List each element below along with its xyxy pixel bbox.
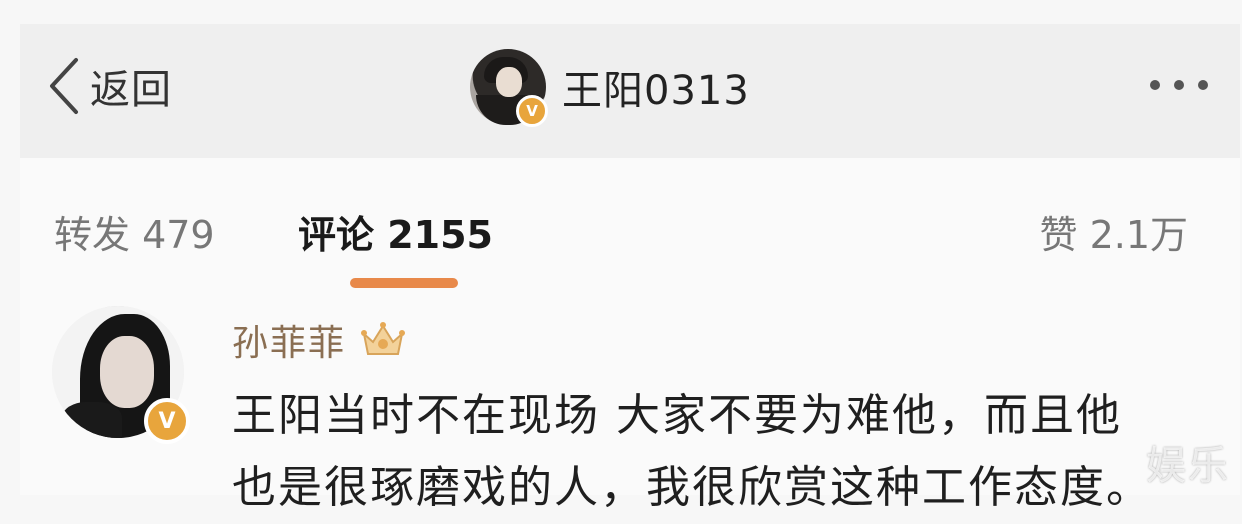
avatar-face: [496, 67, 522, 97]
more-dot: [1174, 80, 1184, 90]
avatar[interactable]: V: [470, 49, 548, 127]
back-button[interactable]: 返回: [44, 54, 172, 118]
more-horizontal-icon[interactable]: [1150, 80, 1208, 90]
post-tabs: 转发 479 评论 2155 赞 2.1万: [20, 194, 1240, 264]
active-tab-indicator: [350, 278, 458, 288]
top-nav-bar: 返回 V 王阳0313: [20, 24, 1240, 158]
avatar[interactable]: V: [52, 306, 190, 444]
comment-username[interactable]: 孙菲菲: [232, 314, 346, 366]
author-username[interactable]: 王阳0313: [562, 58, 750, 116]
crown-badge-icon: [361, 322, 406, 355]
weibo-post-detail: 返回 V 王阳0313 转发 479 评论 2155 赞 2.1万 V 孙菲菲 …: [20, 24, 1240, 513]
avatar-shoulder: [62, 402, 122, 438]
verified-badge-icon: V: [144, 398, 190, 444]
post-author[interactable]: V 王阳0313: [470, 48, 750, 127]
tab-comment[interactable]: 评论 2155: [298, 204, 493, 259]
avatar-face: [100, 336, 154, 408]
chevron-left-icon: [50, 58, 78, 114]
more-dot: [1150, 80, 1160, 90]
more-dot: [1198, 80, 1208, 90]
verified-badge-icon: V: [516, 95, 548, 127]
watermark-text: 娱乐: [1146, 443, 1230, 489]
comment-author[interactable]: 孙菲菲: [232, 314, 406, 366]
tab-repost[interactable]: 转发 479: [54, 204, 215, 259]
back-label: 返回: [90, 67, 172, 113]
comment-body: 王阳当时不在现场 大家不要为难他，而且他 也是很琢磨戏的人，我很欣赏这种工作态度…: [232, 390, 1152, 513]
tab-like[interactable]: 赞 2.1万: [1039, 204, 1188, 259]
